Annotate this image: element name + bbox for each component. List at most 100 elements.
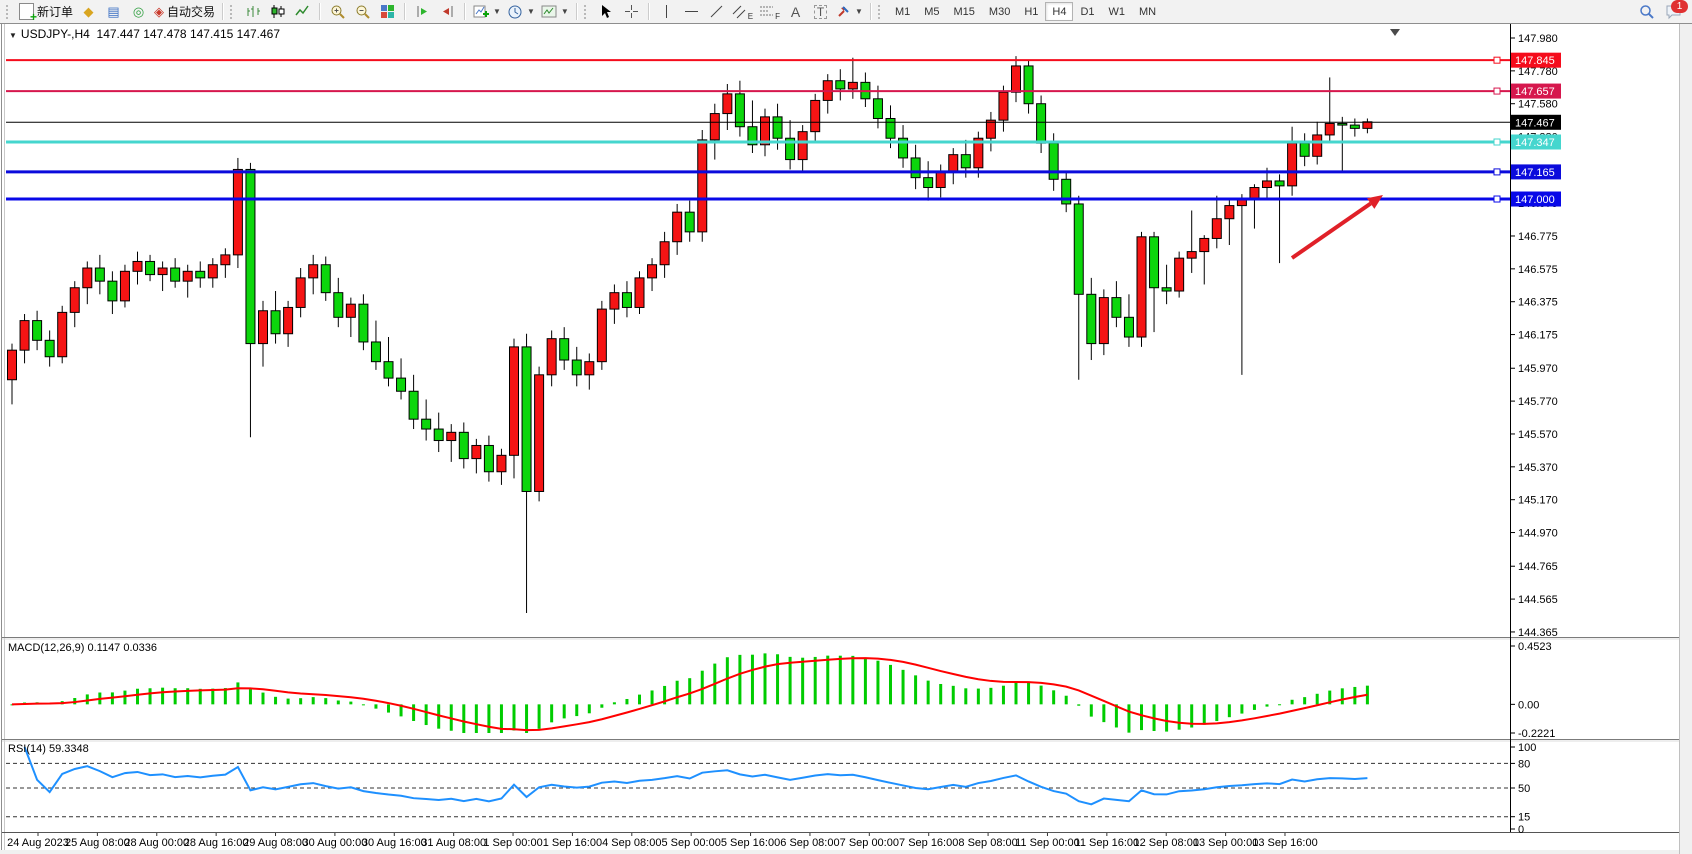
hline-handle[interactable] [1494, 57, 1500, 63]
candle [961, 155, 970, 168]
channel-letter: E [748, 12, 753, 21]
hline-handle[interactable] [1494, 196, 1500, 202]
tab-timeframe-m15[interactable]: M15 [947, 2, 982, 21]
data-window-button[interactable]: ▤ [101, 1, 126, 22]
toolbar-grip[interactable] [230, 5, 236, 19]
svg-text:7 Sep 16:00: 7 Sep 16:00 [899, 837, 958, 849]
candle [484, 445, 493, 471]
candle [196, 271, 205, 278]
trendline-tool-button[interactable] [704, 1, 729, 22]
candle [1074, 204, 1083, 294]
ohlc-values-label: 147.447 147.478 147.415 147.467 [97, 27, 281, 41]
market-watch-button[interactable]: ◆ [76, 1, 101, 22]
chart-background [0, 24, 1692, 854]
tab-timeframe-mn[interactable]: MN [1132, 2, 1163, 21]
templates-button[interactable]: ▼ [538, 1, 572, 22]
arrows-tool-icon [836, 4, 851, 19]
line-chart-button[interactable] [290, 1, 315, 22]
channel-tool-button[interactable]: E [729, 1, 756, 22]
candle [70, 288, 79, 313]
hline-handle[interactable] [1494, 139, 1500, 145]
svg-text:147.845: 147.845 [1515, 55, 1555, 67]
candle [371, 342, 380, 362]
tab-timeframe-m5[interactable]: M5 [917, 2, 946, 21]
toolbar-grip[interactable] [878, 5, 884, 19]
toolbar-separator [870, 3, 872, 20]
text-tool-icon: A [791, 5, 800, 19]
svg-text:11 Sep 16:00: 11 Sep 16:00 [1075, 837, 1140, 849]
toolbar-grip[interactable] [584, 5, 590, 19]
arrows-tool-button[interactable]: ▼ [833, 1, 866, 22]
candle [1300, 143, 1309, 156]
auto-scroll-icon [440, 4, 455, 19]
hline-handle[interactable] [1494, 169, 1500, 175]
candle [296, 278, 305, 308]
hline-handle[interactable] [1494, 88, 1500, 94]
candle [986, 120, 995, 138]
svg-text:30 Aug 16:00: 30 Aug 16:00 [362, 837, 427, 849]
tab-timeframe-w1[interactable]: W1 [1102, 2, 1133, 21]
candle [1150, 237, 1159, 288]
chart-window-title: ▼USDJPY-,H4 147.447 147.478 147.415 147.… [9, 27, 280, 41]
tab-timeframe-h4[interactable]: H4 [1045, 2, 1073, 21]
chart-canvas[interactable]: 147.980147.780147.580147.380147.180146.9… [0, 0, 1692, 854]
candle [1024, 66, 1033, 104]
chart-shift-button[interactable] [410, 1, 435, 22]
auto-scroll-button[interactable] [435, 1, 460, 22]
window-menu-icon[interactable]: ▼ [9, 31, 17, 40]
toolbar-right-zone: 1 [1634, 1, 1688, 22]
tab-timeframe-m1[interactable]: M1 [888, 2, 917, 21]
tab-timeframe-h1[interactable]: H1 [1017, 2, 1045, 21]
fibonacci-tool-button[interactable]: F [756, 1, 783, 22]
price-badge-147.165: 147.165 [1511, 164, 1561, 179]
candle [434, 429, 443, 441]
svg-text:5 Sep 16:00: 5 Sep 16:00 [721, 837, 780, 849]
notification-badge: 1 [1671, 0, 1688, 13]
tile-windows-button[interactable] [375, 1, 400, 22]
tab-timeframe-m30[interactable]: M30 [982, 2, 1017, 21]
candle [497, 455, 506, 471]
zoom-out-button[interactable] [350, 1, 375, 22]
new-order-button[interactable]: 新订单 [16, 1, 76, 22]
candle [246, 169, 255, 343]
candle [83, 268, 92, 288]
candle [811, 100, 820, 131]
candle [924, 178, 933, 188]
candle [798, 132, 807, 160]
bar-chart-button[interactable] [240, 1, 265, 22]
toolbar-separator [576, 3, 578, 20]
candle [1137, 237, 1146, 337]
chat-button[interactable]: 1 [1665, 4, 1682, 20]
cursor-tool-button[interactable] [594, 1, 619, 22]
candle [585, 362, 594, 375]
zoom-in-button[interactable] [325, 1, 350, 22]
candle [572, 360, 581, 375]
search-button[interactable] [1634, 1, 1659, 22]
candle [1350, 125, 1359, 128]
periods-button[interactable]: ▼ [504, 1, 538, 22]
text-label-tool-button[interactable]: T [808, 1, 833, 22]
svg-text:24 Aug 2023: 24 Aug 2023 [7, 837, 69, 849]
svg-text:146.375: 146.375 [1518, 297, 1558, 309]
candle [108, 281, 117, 301]
candle [259, 311, 268, 344]
candle [271, 311, 280, 334]
svg-text:-0.2221: -0.2221 [1518, 728, 1555, 740]
toolbar-grip[interactable] [6, 5, 12, 19]
svg-text:144.970: 144.970 [1518, 528, 1558, 540]
candle [698, 140, 707, 232]
candle [1313, 135, 1322, 156]
text-tool-button[interactable]: A [783, 1, 808, 22]
indicators-button[interactable]: ▼ [470, 1, 504, 22]
horizontal-line-tool-button[interactable] [679, 1, 704, 22]
svg-text:28 Aug 16:00: 28 Aug 16:00 [184, 837, 249, 849]
candle [472, 445, 481, 458]
crosshair-tool-button[interactable] [619, 1, 644, 22]
zoom-in-icon [330, 4, 346, 20]
auto-trading-button[interactable]: ◈ 自动交易 [151, 1, 218, 22]
candlestick-chart-button[interactable] [265, 1, 290, 22]
tab-timeframe-d1[interactable]: D1 [1073, 2, 1101, 21]
strategy-tester-button[interactable]: ◎ [126, 1, 151, 22]
vertical-line-tool-button[interactable] [654, 1, 679, 22]
indicators-icon [473, 4, 489, 20]
